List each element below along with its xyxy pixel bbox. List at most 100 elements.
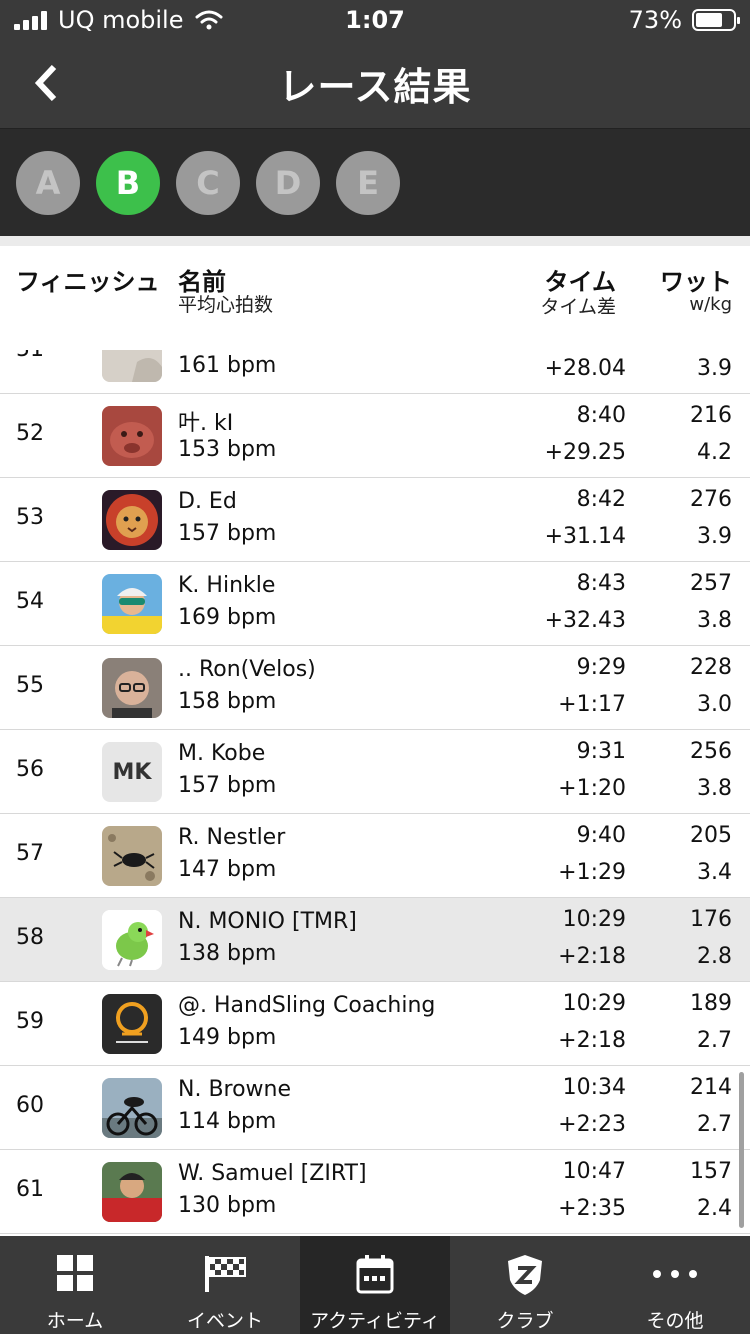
watts: 176: [690, 907, 732, 932]
watts: 256: [690, 739, 732, 764]
watts: 214: [690, 1075, 732, 1100]
result-row[interactable]: 54 K. Hinkle 169 bpm 8:43 +32.43 257 3.8: [0, 562, 750, 646]
time-gap: +1:29: [558, 860, 626, 885]
finish-time: 9:29: [576, 655, 626, 680]
rider-name: M. Kobe: [178, 741, 266, 766]
header-wkg: w/kg: [689, 294, 732, 315]
result-row[interactable]: 57 R. Nestler 147 bpm 9:40 +1:29 205 3.4: [0, 814, 750, 898]
finish-position: 57: [16, 841, 44, 866]
watts: 189: [690, 991, 732, 1016]
rider-name: K. Hinkle: [178, 573, 276, 598]
navigation-bar: レース結果: [0, 40, 750, 128]
avg-heart-rate: 157 bpm: [178, 773, 277, 798]
watts-per-kg: 2.8: [697, 944, 732, 969]
watts-per-kg: 3.9: [697, 356, 732, 381]
header-finish[interactable]: フィニッシュ: [16, 262, 160, 297]
checkered-flag-icon: [205, 1256, 246, 1292]
rider-name: R. Nestler: [178, 825, 286, 850]
tab-home[interactable]: ホーム: [0, 1236, 150, 1334]
tab-activity[interactable]: アクティビティ: [300, 1236, 450, 1334]
avg-heart-rate: 169 bpm: [178, 605, 277, 630]
watts: 276: [690, 487, 732, 512]
finish-time: 8:40: [576, 403, 626, 428]
initials-avatar: MK: [102, 742, 162, 802]
more-dots-icon: [653, 1270, 697, 1278]
avg-heart-rate: 130 bpm: [178, 1193, 277, 1218]
time-gap: +28.04: [544, 356, 626, 381]
result-row[interactable]: 60 N. Browne 114 bpm 10:34 +2:23 214 2.7: [0, 1066, 750, 1150]
tab-more-label: その他: [646, 1310, 704, 1332]
rider-name: D. Ed: [178, 489, 237, 514]
result-row[interactable]: 56 MK M. Kobe 157 bpm 9:31 +1:20 256 3.8: [0, 730, 750, 814]
watts: 228: [690, 655, 732, 680]
category-b-button[interactable]: B: [96, 151, 160, 215]
result-row[interactable]: 51 161 bpm +28.04 3.9: [0, 350, 750, 394]
finish-time: 8:42: [576, 487, 626, 512]
watts-per-kg: 2.7: [697, 1028, 732, 1053]
category-d-button[interactable]: D: [256, 151, 320, 215]
tab-events-label: イベント: [186, 1310, 263, 1332]
avg-heart-rate: 147 bpm: [178, 857, 277, 882]
category-a-button[interactable]: A: [16, 151, 80, 215]
category-c-button[interactable]: C: [176, 151, 240, 215]
finish-position: 53: [16, 505, 44, 530]
divider: [0, 236, 750, 246]
finish-position: 51: [16, 350, 44, 362]
time-gap: +1:17: [558, 692, 626, 717]
header-watts[interactable]: ワット: [660, 262, 732, 297]
rider-name: N. MONIO [TMR]: [178, 909, 357, 934]
parrot-avatar: [102, 910, 162, 970]
time-gap: +32.43: [544, 608, 626, 633]
rider-name: 叶. kI: [178, 411, 234, 436]
watts-per-kg: 4.2: [697, 440, 732, 465]
result-row[interactable]: 53 D. Ed 157 bpm 8:42 +31.14 276 3.9: [0, 478, 750, 562]
watts: 216: [690, 403, 732, 428]
rider-red-avatar: [102, 1162, 162, 1222]
time-gap: +2:18: [558, 1028, 626, 1053]
finish-time: 9:40: [576, 823, 626, 848]
status-right: 73%: [629, 6, 740, 34]
calendar-icon: [356, 1255, 394, 1294]
header-avg-hr: 平均心拍数: [178, 294, 274, 316]
rider-name: .. Ron(Velos): [178, 657, 316, 682]
avg-heart-rate: 157 bpm: [178, 521, 277, 546]
handsling-logo-avatar: [102, 994, 162, 1054]
watts: 157: [690, 1159, 732, 1184]
lion-avatar: [102, 490, 162, 550]
result-row[interactable]: 52 叶. kI 153 bpm 8:40 +29.25 216 4.2: [0, 394, 750, 478]
time-gap: +2:18: [558, 944, 626, 969]
tab-club[interactable]: クラブ: [450, 1236, 600, 1334]
time-gap: +31.14: [544, 524, 626, 549]
results-list[interactable]: 51 161 bpm +28.04 3.9 52 叶. kI 153 bpm 8…: [0, 350, 750, 1236]
time-gap: +1:20: [558, 776, 626, 801]
watts: 205: [690, 823, 732, 848]
watts-per-kg: 3.4: [697, 860, 732, 885]
result-row[interactable]: 61 W. Samuel [ZIRT] 130 bpm 10:47 +2:35 …: [0, 1150, 750, 1234]
avg-heart-rate: 158 bpm: [178, 689, 277, 714]
watts-per-kg: 2.7: [697, 1112, 732, 1137]
time-gap: +2:35: [558, 1196, 626, 1221]
avg-heart-rate: 114 bpm: [178, 1109, 277, 1134]
red-animal-avatar: [102, 406, 162, 466]
tab-bar: ホーム イベント アクティビティ クラブ その他: [0, 1236, 750, 1334]
result-row-current-user[interactable]: 58 N. MONIO [TMR] 138 bpm 10:29 +2:18 17…: [0, 898, 750, 982]
category-selector: A B C D E: [0, 128, 750, 236]
time-gap: +2:23: [558, 1112, 626, 1137]
watts-per-kg: 3.0: [697, 692, 732, 717]
result-row[interactable]: 55 .. Ron(Velos) 158 bpm 9:29 +1:17 228 …: [0, 646, 750, 730]
finish-position: 60: [16, 1093, 44, 1118]
club-shield-icon: [508, 1255, 542, 1295]
avg-heart-rate: 153 bpm: [178, 437, 277, 462]
rider-name: W. Samuel [ZIRT]: [178, 1161, 367, 1186]
finish-time: 10:29: [562, 907, 626, 932]
page-title: レース結果: [278, 65, 472, 109]
grey-avatar: [102, 350, 162, 382]
time-gap: +29.25: [544, 440, 626, 465]
tab-events[interactable]: イベント: [150, 1236, 300, 1334]
tab-activity-label: アクティビティ: [310, 1310, 440, 1332]
category-e-button[interactable]: E: [336, 151, 400, 215]
watts-per-kg: 3.9: [697, 524, 732, 549]
list-scrollbar[interactable]: [739, 1072, 744, 1228]
tab-more[interactable]: その他: [600, 1236, 750, 1334]
result-row[interactable]: 59 @. HandSling Coaching 149 bpm 10:29 +…: [0, 982, 750, 1066]
